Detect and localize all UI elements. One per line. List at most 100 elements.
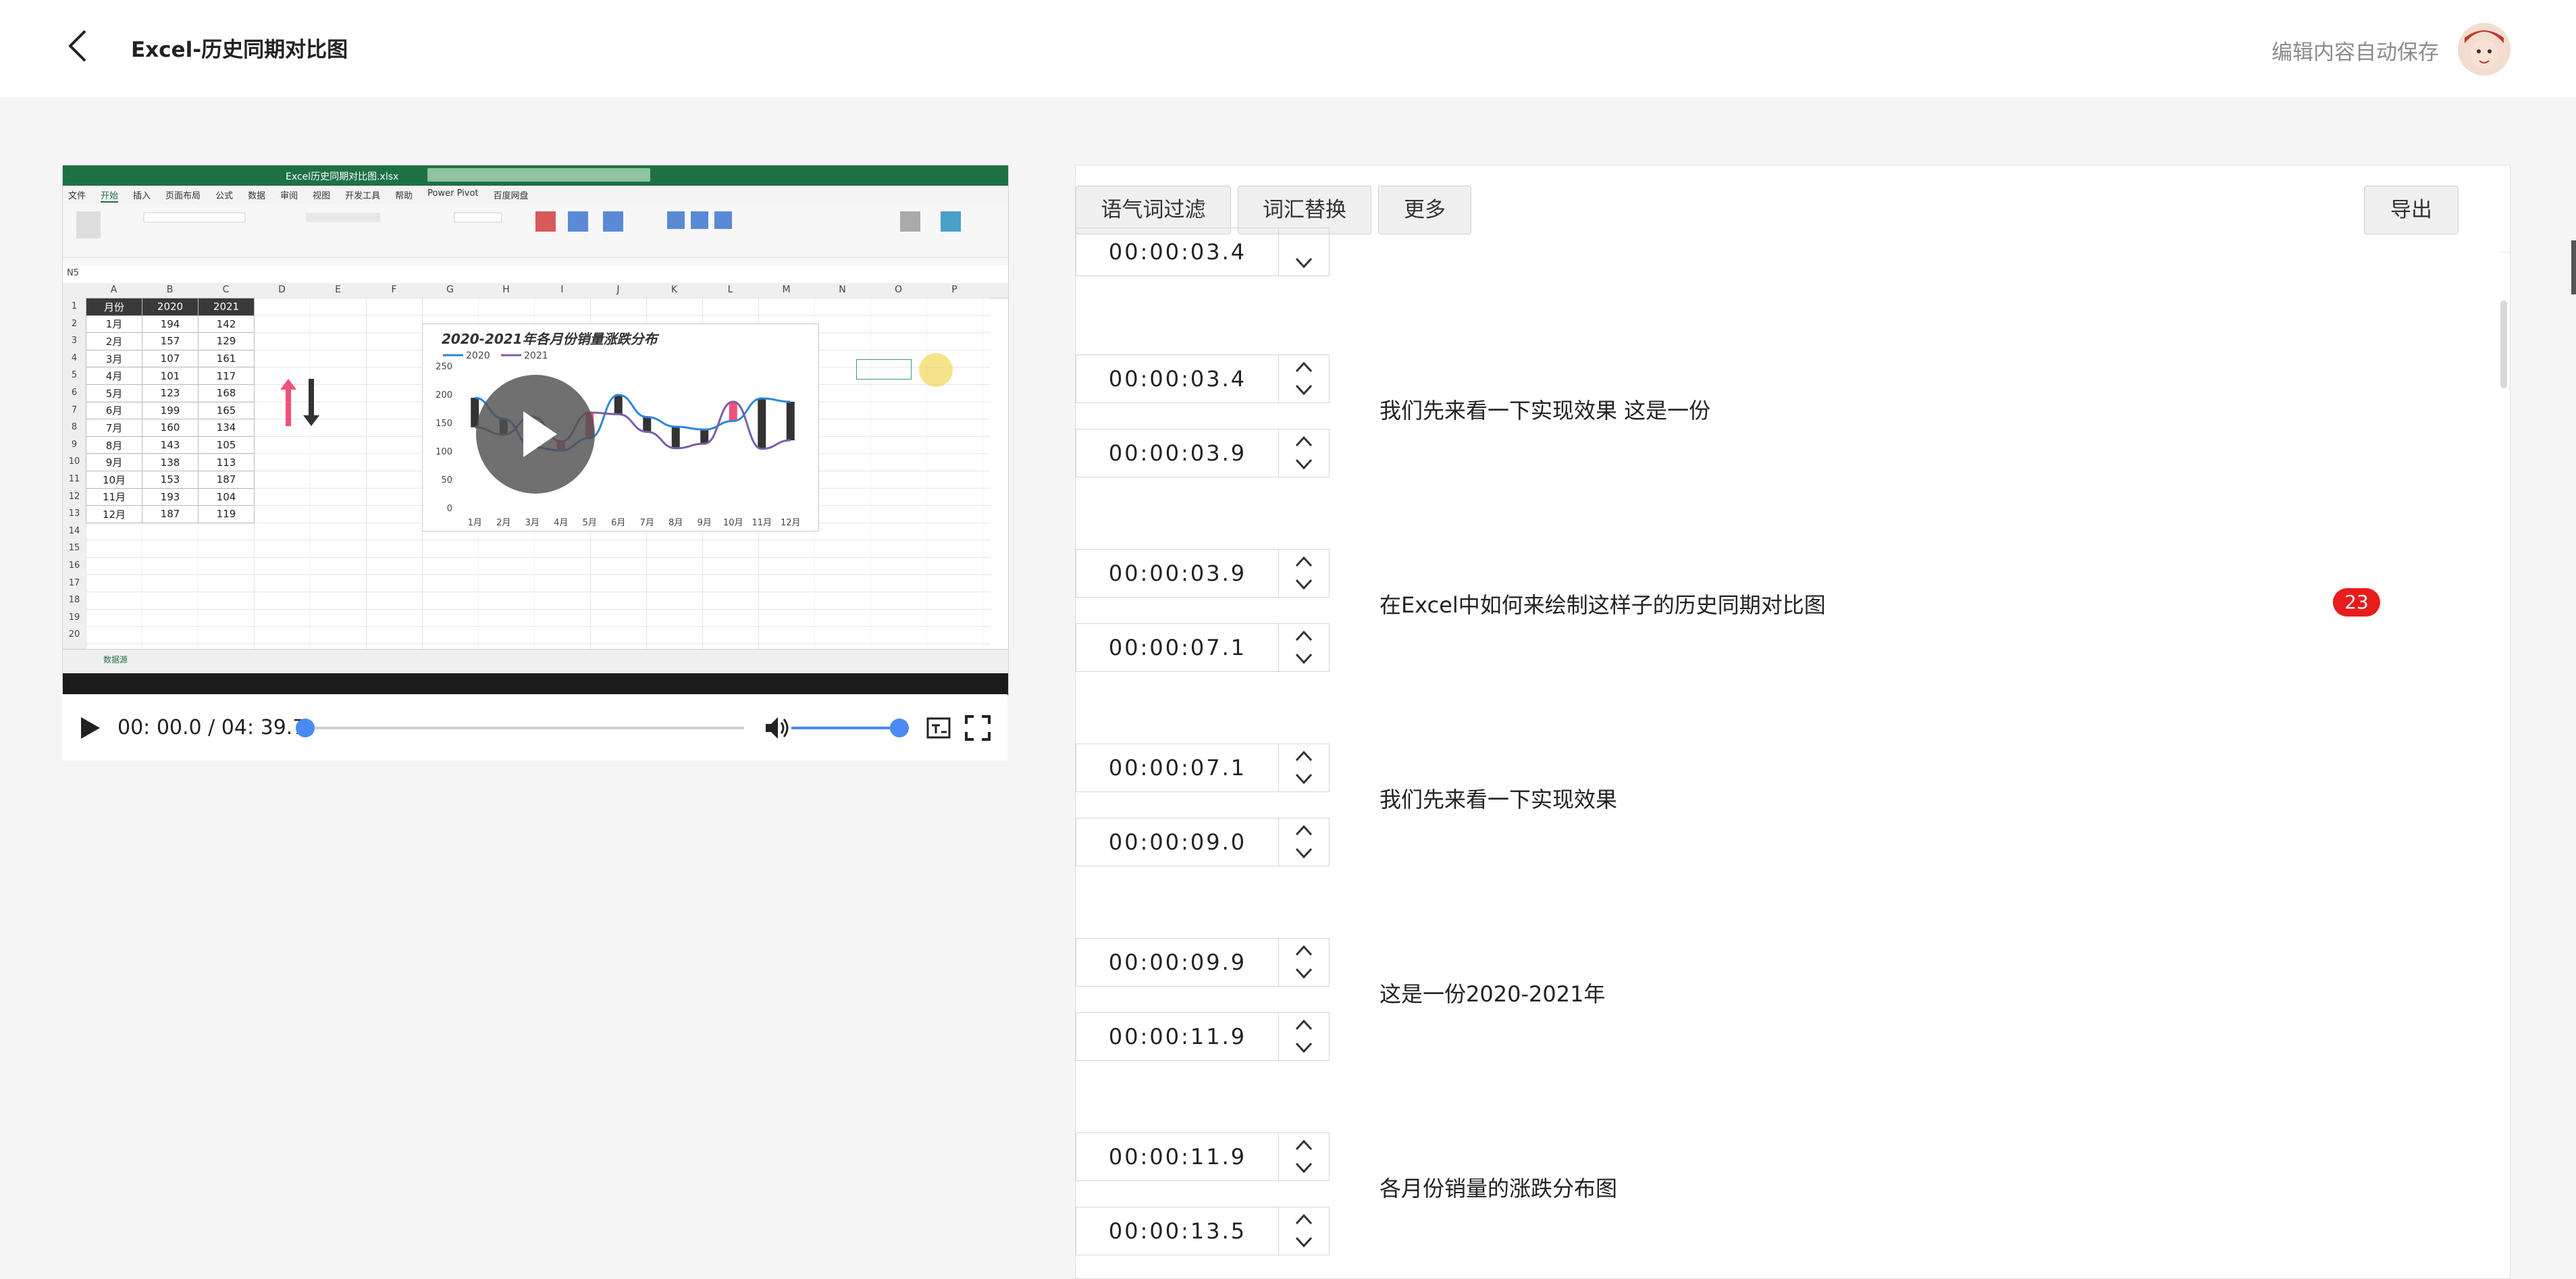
time-value[interactable]: 00:00:09.0: [1076, 818, 1279, 866]
excel-column-letter: B: [166, 284, 174, 295]
video-progress-bar[interactable]: [296, 719, 744, 737]
video-progress-knob[interactable]: [296, 719, 315, 737]
time-increment-button[interactable]: [1279, 744, 1329, 768]
play-icon[interactable]: [77, 716, 101, 740]
time-decrement-button[interactable]: [1279, 379, 1329, 402]
time-increment-button[interactable]: [1279, 429, 1329, 453]
time-decrement-button[interactable]: [1279, 1157, 1329, 1180]
subtitle-text[interactable]: 我们先来看一下实现效果: [1379, 783, 1617, 814]
time-value[interactable]: 00:00:03.9: [1076, 550, 1279, 597]
table-row: 6月 199 165: [86, 401, 255, 420]
time-increment-button[interactable]: [1279, 624, 1329, 648]
time-increment-button[interactable]: [1279, 550, 1329, 573]
table-cell: 117: [198, 367, 255, 385]
excel-row-number: 7: [71, 404, 78, 415]
end-time-field[interactable]: 00:00:13.5: [1076, 1207, 1330, 1255]
cursor-highlight: [919, 353, 953, 387]
time-stepper: [1278, 939, 1329, 986]
panel-scrollbar[interactable]: [2500, 301, 2507, 388]
end-time-field[interactable]: 00:00:07.1: [1076, 623, 1330, 672]
excel-row-number: 11: [68, 473, 80, 484]
video-play-overlay-button[interactable]: [476, 375, 595, 494]
volume-slider[interactable]: [791, 719, 909, 737]
time-value[interactable]: 00:00:07.1: [1076, 624, 1279, 671]
start-time-field[interactable]: 00:00:09.9: [1076, 938, 1330, 987]
time-increment-button[interactable]: [1279, 355, 1329, 379]
excel-row-number: 18: [68, 595, 80, 606]
subtitle-segment: 00:00:11.9 00:00:13.5 各月份销量的涨跌分布图: [1076, 1104, 2499, 1278]
volume-knob[interactable]: [890, 719, 909, 737]
time-decrement-button[interactable]: [1279, 252, 1329, 276]
end-time-field[interactable]: 00:00:09.0: [1076, 818, 1330, 866]
page-scroll-marker[interactable]: [2571, 240, 2576, 294]
end-time-field[interactable]: 00:00:03.4: [1076, 228, 1330, 276]
time-decrement-button[interactable]: [1279, 573, 1329, 597]
more-button[interactable]: 更多: [1378, 186, 1471, 234]
time-stepper: [1278, 550, 1329, 597]
subtitle-icon[interactable]: [926, 716, 951, 740]
time-value[interactable]: 00:00:03.4: [1076, 355, 1279, 402]
table-cell: 168: [198, 384, 255, 402]
excel-menu-tab: Power Pivot: [427, 188, 479, 199]
time-value[interactable]: 00:00:13.5: [1076, 1207, 1279, 1255]
excel-row-number: 8: [71, 422, 78, 433]
fullscreen-icon[interactable]: [964, 714, 991, 741]
time-value[interactable]: 00:00:11.9: [1076, 1013, 1279, 1060]
time-stepper: [1278, 355, 1329, 402]
y-tick-label: 200: [436, 390, 452, 400]
table-cell: 153: [142, 470, 199, 489]
time-increment-button[interactable]: [1279, 818, 1329, 842]
excel-selected-cell: [856, 359, 912, 380]
user-avatar[interactable]: [2458, 23, 2511, 76]
x-tick-label: 11月: [752, 518, 772, 528]
time-decrement-button[interactable]: [1279, 768, 1329, 791]
time-stepper: [1278, 624, 1329, 671]
excel-menu-tab: 公式: [215, 191, 234, 201]
table-cell: 11月: [86, 488, 142, 506]
video-time-display: 00: 00.0 / 04: 39.7: [117, 716, 306, 739]
time-value[interactable]: 00:00:11.9: [1076, 1133, 1279, 1180]
excel-row-number: 2: [71, 318, 78, 329]
table-row: 3月 107 161: [86, 349, 255, 368]
time-value[interactable]: 00:00:09.9: [1076, 939, 1279, 986]
start-time-field[interactable]: 00:00:03.9: [1076, 549, 1330, 598]
x-tick-label: 8月: [668, 518, 683, 528]
volume-icon[interactable]: [763, 714, 790, 741]
time-decrement-button[interactable]: [1279, 842, 1329, 866]
start-time-field[interactable]: 00:00:11.9: [1076, 1132, 1330, 1181]
table-cell: 199: [142, 401, 199, 420]
back-arrow-icon[interactable]: [62, 26, 95, 66]
time-increment-button[interactable]: [1279, 1013, 1329, 1037]
start-time-field[interactable]: 00:00:03.4: [1076, 355, 1330, 403]
time-decrement-button[interactable]: [1279, 1037, 1329, 1060]
table-cell: 2月: [86, 332, 142, 350]
video-player[interactable]: Excel历史同期对比图.xlsx 文件 开始 插入 页面布局 公式 数据 审阅 视图 开发工具…: [62, 165, 1009, 696]
time-increment-button[interactable]: [1279, 939, 1329, 962]
subtitle-text[interactable]: 在Excel中如何来绘制这样子的历史同期对比图: [1379, 588, 1826, 619]
end-time-field[interactable]: 00:00:11.9: [1076, 1012, 1330, 1061]
time-decrement-button[interactable]: [1279, 962, 1329, 986]
table-cell: 161: [198, 349, 255, 368]
time-value[interactable]: 00:00:03.4: [1076, 228, 1279, 276]
subtitle-text[interactable]: 各月份销量的涨跌分布图: [1379, 1172, 1617, 1203]
export-button[interactable]: 导出: [2364, 186, 2459, 234]
excel-row-headers: 1 2 3 4 5 6 7 8 9 10 11 12 13 14 15 16 17 18 19 20: [63, 298, 86, 649]
excel-column-letter: H: [502, 284, 510, 295]
time-decrement-button[interactable]: [1279, 453, 1329, 477]
end-time-field[interactable]: 00:00:03.9: [1076, 429, 1330, 477]
time-value[interactable]: 00:00:03.9: [1076, 429, 1279, 477]
time-increment-button[interactable]: [1279, 1207, 1329, 1231]
subtitle-segment: 00:00:09.9 00:00:11.9 这是一份2020-2021年: [1076, 910, 2499, 1107]
time-increment-button[interactable]: [1279, 1133, 1329, 1157]
subtitle-text[interactable]: 这是一份2020-2021年: [1379, 977, 1605, 1008]
time-value[interactable]: 00:00:07.1: [1076, 744, 1279, 791]
table-header-cell: 2021: [198, 298, 255, 316]
time-decrement-button[interactable]: [1279, 648, 1329, 671]
excel-cell-ref: N5: [67, 268, 79, 278]
subtitle-text[interactable]: 我们先来看一下实现效果 这是一份: [1379, 394, 1710, 425]
start-time-field[interactable]: 00:00:07.1: [1076, 743, 1330, 792]
time-decrement-button[interactable]: [1279, 1231, 1329, 1255]
excel-column-letter: A: [110, 284, 117, 295]
table-cell: 187: [142, 505, 199, 523]
table-row: 9月 138 113: [86, 453, 255, 471]
